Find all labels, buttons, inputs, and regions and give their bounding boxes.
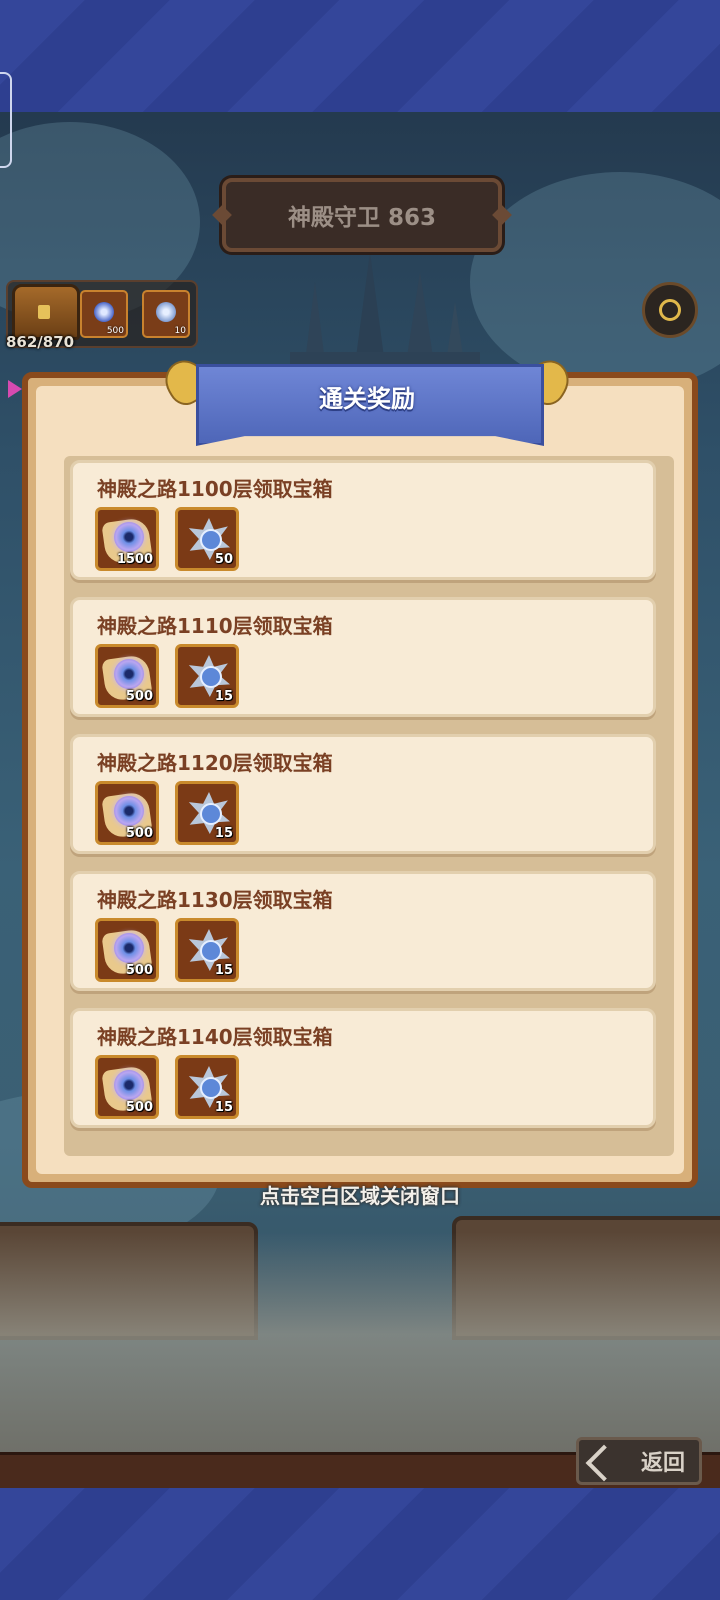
reward-item[interactable]: 500 xyxy=(95,918,159,982)
reward-item[interactable]: 1500 xyxy=(95,507,159,571)
eye-scroll-icon xyxy=(114,796,144,826)
reward-qty: 500 xyxy=(125,963,153,978)
reward-item[interactable]: 15 xyxy=(175,1055,239,1119)
mini-reward-item: 10 xyxy=(142,290,190,338)
reward-item[interactable]: 50 xyxy=(175,507,239,571)
side-tab-handle[interactable] xyxy=(0,72,12,168)
reward-card: 神殿之路1140层领取宝箱 500 15 xyxy=(70,1008,656,1128)
reward-card: 神殿之路1130层领取宝箱 500 15 xyxy=(70,871,656,991)
back-button[interactable]: 返回 xyxy=(576,1437,702,1485)
reward-qty: 15 xyxy=(214,1100,233,1115)
reward-card: 神殿之路1110层领取宝箱 500 15 xyxy=(70,597,656,717)
reward-qty: 500 xyxy=(125,1100,153,1115)
top-letterbox-band xyxy=(0,0,720,112)
eye-scroll-icon xyxy=(94,302,114,322)
eye-scroll-icon xyxy=(114,659,144,689)
bottom-letterbox-band xyxy=(0,1488,720,1600)
treasure-chest-icon[interactable] xyxy=(12,284,80,340)
reward-item[interactable]: 500 xyxy=(95,644,159,708)
reward-qty: 500 xyxy=(125,826,153,841)
reward-card: 神殿之路1120层领取宝箱 500 15 xyxy=(70,734,656,854)
mini-reward-item: 500 xyxy=(80,290,128,338)
reward-card-title: 神殿之路1120层领取宝箱 xyxy=(97,751,333,775)
back-button-label: 返回 xyxy=(640,1451,685,1476)
reward-item[interactable]: 500 xyxy=(95,781,159,845)
star-core xyxy=(200,1077,222,1099)
reward-item[interactable]: 500 xyxy=(95,1055,159,1119)
reward-card-title: 神殿之路1130层领取宝箱 xyxy=(97,888,333,912)
reward-card: 神殿之路1100层领取宝箱 1500 50 xyxy=(70,460,656,580)
reward-card-title: 神殿之路1140层领取宝箱 xyxy=(97,1025,333,1049)
level-title-banner: 神殿守卫 863 xyxy=(212,178,512,252)
reward-qty: 15 xyxy=(214,689,233,704)
eye-scroll-icon xyxy=(114,1070,144,1100)
reward-qty: 15 xyxy=(214,826,233,841)
star-core xyxy=(200,529,222,551)
reward-item[interactable]: 15 xyxy=(175,918,239,982)
star-core xyxy=(200,940,222,962)
chest-progress-text: 862/870 xyxy=(6,333,75,351)
star-core xyxy=(200,803,222,825)
mini-reward-qty: 10 xyxy=(174,326,186,336)
mini-reward-qty: 500 xyxy=(106,326,124,336)
eye-scroll-icon xyxy=(114,933,144,963)
reward-qty: 500 xyxy=(125,689,153,704)
close-hint: 点击空白区域关闭窗口 xyxy=(260,1184,460,1208)
eye-scroll-icon xyxy=(114,522,144,552)
cloud xyxy=(470,172,720,392)
reward-qty: 1500 xyxy=(116,552,153,567)
level-title: 神殿守卫 863 xyxy=(287,205,437,231)
reward-card-title: 神殿之路1100层领取宝箱 xyxy=(97,477,333,501)
back-arrow-icon xyxy=(585,1444,623,1482)
reward-card-title: 神殿之路1110层领取宝箱 xyxy=(97,614,333,638)
star-ore-icon xyxy=(156,302,176,322)
reward-qty: 50 xyxy=(214,552,233,567)
star-core xyxy=(200,666,222,688)
bull-emblem-button[interactable] xyxy=(642,282,698,338)
reward-item[interactable]: 15 xyxy=(175,644,239,708)
reward-qty: 15 xyxy=(214,963,233,978)
reward-item[interactable]: 15 xyxy=(175,781,239,845)
side-arrow-icon xyxy=(8,380,22,398)
dialog-title: 通关奖励 xyxy=(319,384,415,413)
